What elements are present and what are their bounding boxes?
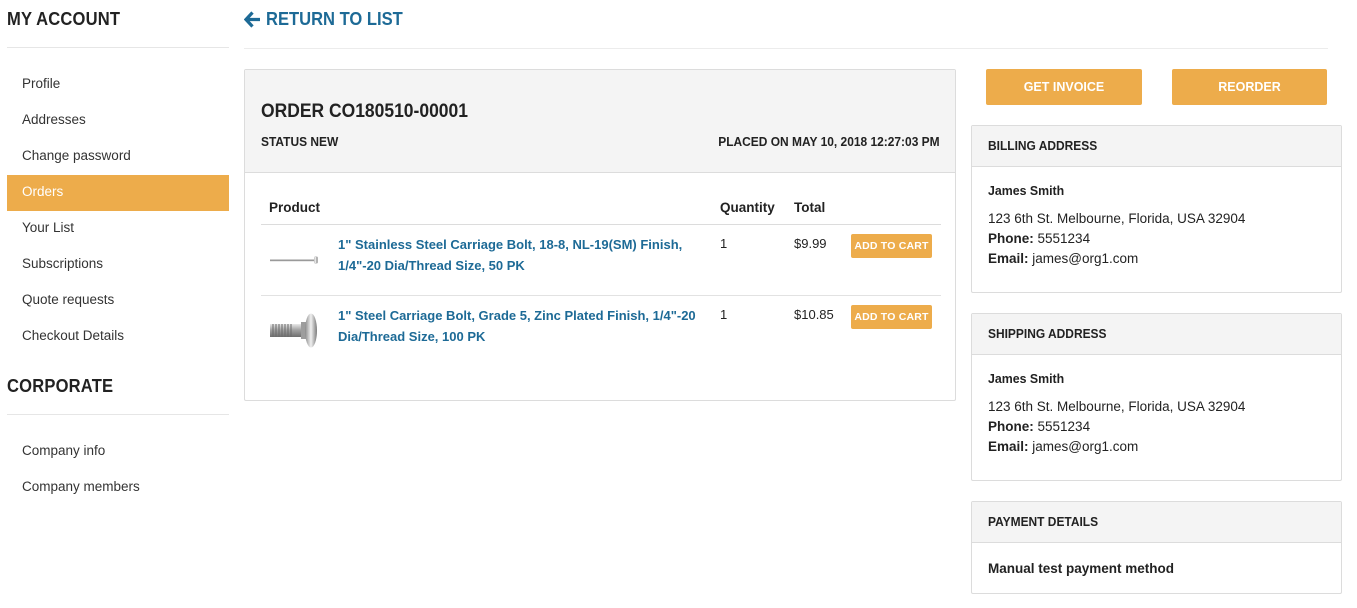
payment-details-panel: PAYMENT DETAILS Manual test payment meth…	[971, 501, 1342, 594]
table-row: 1" Stainless Steel Carriage Bolt, 18-8, …	[261, 225, 941, 296]
phone-label: Phone:	[988, 419, 1034, 434]
return-to-list-link[interactable]: RETURN TO LIST	[244, 6, 415, 32]
shipping-address-heading: SHIPPING ADDRESS	[972, 314, 1341, 355]
arrow-left-icon	[244, 10, 260, 28]
billing-street: 123 6th St. Melbourne, Florida, USA 3290…	[988, 211, 1246, 226]
shipping-address-panel: SHIPPING ADDRESS James Smith 123 6th St.…	[971, 313, 1342, 481]
sidebar-item-subscriptions[interactable]: Subscriptions	[7, 247, 229, 283]
item-quantity: 1	[720, 236, 728, 251]
shipping-email-line: Email: james@org1.com	[988, 437, 1325, 457]
shipping-phone-line: Phone: 5551234	[988, 417, 1325, 437]
sidebar-item-quote-requests[interactable]: Quote requests	[7, 283, 229, 319]
add-to-cart-button[interactable]: ADD TO CART	[851, 305, 932, 329]
corporate-heading: CORPORATE	[7, 376, 114, 396]
shipping-name: James Smith	[988, 371, 1065, 386]
item-total: $10.85	[794, 307, 834, 322]
payment-heading-label: PAYMENT DETAILS	[988, 514, 1099, 529]
billing-email: james@org1.com	[1032, 251, 1139, 266]
product-link[interactable]: 1" Stainless Steel Carriage Bolt, 18-8, …	[338, 234, 708, 276]
item-total: $9.99	[794, 236, 827, 251]
billing-address-panel: BILLING ADDRESS James Smith 123 6th St. …	[971, 125, 1342, 293]
order-card: ORDER CO180510-00001 STATUS NEW PLACED O…	[244, 69, 956, 401]
return-to-list-label: RETURN TO LIST	[266, 8, 403, 29]
thin-bolt-image	[270, 256, 318, 264]
add-to-cart-button[interactable]: ADD TO CART	[851, 234, 932, 258]
account-menu: Profile Addresses Change password Orders…	[7, 48, 229, 367]
billing-phone: 5551234	[1037, 231, 1091, 246]
sidebar-item-profile[interactable]: Profile	[7, 67, 229, 103]
sidebar-item-company-info[interactable]: Company info	[7, 434, 229, 470]
my-account-heading: MY ACCOUNT	[7, 9, 121, 29]
order-placed-date: PLACED ON MAY 10, 2018 12:27:03 PM	[718, 134, 940, 149]
order-status: STATUS NEW	[261, 134, 339, 149]
product-link[interactable]: 1" Steel Carriage Bolt, Grade 5, Zinc Pl…	[338, 305, 708, 347]
payment-method: Manual test payment method	[988, 561, 1175, 576]
billing-email-line: Email: james@org1.com	[988, 249, 1325, 269]
sidebar-item-your-list[interactable]: Your List	[7, 211, 229, 247]
order-title: ORDER CO180510-00001	[261, 101, 468, 122]
reorder-button[interactable]: REORDER	[1172, 69, 1327, 105]
carriage-bolt-image	[270, 313, 317, 348]
table-header: Product Quantity Total	[261, 190, 941, 225]
shipping-address-body: James Smith 123 6th St. Melbourne, Flori…	[972, 355, 1341, 467]
corporate-menu: Company info Company members	[7, 415, 229, 518]
get-invoice-button[interactable]: GET INVOICE	[986, 69, 1142, 105]
column-header-quantity: Quantity	[720, 199, 775, 215]
shipping-email: james@org1.com	[1032, 439, 1139, 454]
header-divider	[244, 48, 1328, 49]
billing-address-body: James Smith 123 6th St. Melbourne, Flori…	[972, 167, 1341, 279]
corporate-heading-section: CORPORATE	[7, 367, 229, 415]
sidebar-item-company-members[interactable]: Company members	[7, 470, 229, 506]
item-quantity: 1	[720, 307, 728, 322]
table-row: 1" Steel Carriage Bolt, Grade 5, Zinc Pl…	[261, 296, 941, 367]
account-heading-section: MY ACCOUNT	[7, 0, 229, 48]
email-label: Email:	[988, 251, 1029, 266]
account-sidebar: MY ACCOUNT Profile Addresses Change pass…	[7, 0, 229, 518]
sidebar-item-orders[interactable]: Orders	[7, 175, 229, 211]
sidebar-item-checkout-details[interactable]: Checkout Details	[7, 319, 229, 355]
billing-heading-label: BILLING ADDRESS	[988, 138, 1098, 153]
billing-name: James Smith	[988, 183, 1065, 198]
shipping-street: 123 6th St. Melbourne, Florida, USA 3290…	[988, 399, 1246, 414]
billing-phone-line: Phone: 5551234	[988, 229, 1325, 249]
shipping-heading-label: SHIPPING ADDRESS	[988, 326, 1107, 341]
sidebar-item-change-password[interactable]: Change password	[7, 139, 229, 175]
phone-label: Phone:	[988, 231, 1034, 246]
order-items-table: Product Quantity Total 1" Stainless Stee…	[261, 190, 941, 367]
email-label: Email:	[988, 439, 1029, 454]
billing-address-heading: BILLING ADDRESS	[972, 126, 1341, 167]
shipping-phone: 5551234	[1037, 419, 1091, 434]
column-header-total: Total	[794, 199, 826, 215]
sidebar-item-addresses[interactable]: Addresses	[7, 103, 229, 139]
column-header-product: Product	[269, 199, 321, 215]
order-header: ORDER CO180510-00001 STATUS NEW PLACED O…	[245, 70, 955, 173]
payment-details-heading: PAYMENT DETAILS	[972, 502, 1341, 543]
